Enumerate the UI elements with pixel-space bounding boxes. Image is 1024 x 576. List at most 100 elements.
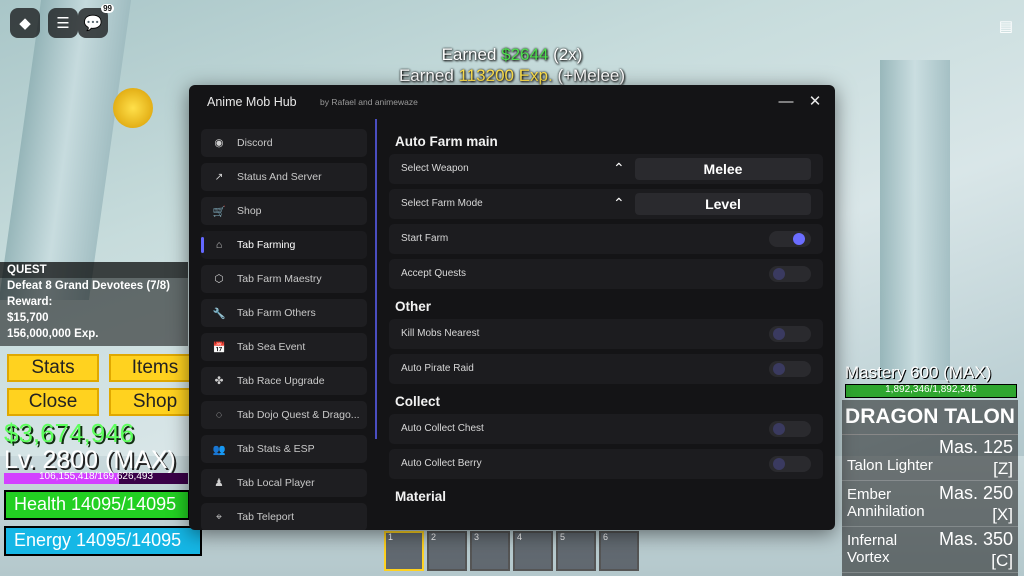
earned-money-message: Earned $2644 (2x) — [441, 45, 583, 64]
shop-button[interactable]: Shop — [109, 388, 201, 416]
accept-quests-toggle[interactable] — [769, 266, 811, 282]
chat-badge: 99 — [101, 4, 114, 13]
toggle-knob — [773, 458, 785, 470]
sidebar-item-tab-farm-others[interactable]: 🔧 Tab Farm Others — [201, 299, 367, 327]
close-window-button[interactable]: ✕ — [805, 91, 825, 111]
skills-panel: DRAGON TALON Mas. 125 Talon Lighter [Z] … — [842, 400, 1018, 576]
hotbar-slot[interactable]: 1 — [384, 531, 424, 571]
sidebar-item-tab-sea-event[interactable]: 📅 Tab Sea Event — [201, 333, 367, 361]
skill-mastery: Mas. 250 — [938, 483, 1013, 503]
start-farm-row: Start Farm — [389, 224, 823, 254]
leaderboard-icon[interactable]: ▤ — [994, 14, 1018, 38]
skill-z[interactable]: Mas. 125 Talon Lighter [Z] — [842, 435, 1018, 481]
sidebar-item-tab-teleport[interactable]: ⌖ Tab Teleport — [201, 503, 367, 530]
toggle-knob — [773, 328, 785, 340]
skill-mastery: Mas. 350 — [938, 529, 1013, 549]
hub-content: Auto Farm main Select Weapon ⌃ Melee Sel… — [389, 129, 823, 509]
auto-collect-chest-label: Auto Collect Chest — [401, 423, 484, 434]
minimize-button[interactable]: — — [776, 91, 796, 111]
sidebar-item-tab-dojo-quest[interactable]: ◌ Tab Dojo Quest & Drago... — [201, 401, 367, 429]
skill-mastery: Mas. 125 — [938, 437, 1013, 457]
chat-icon: ◌ — [215, 409, 223, 421]
xp-text: 106,155,418/169,626,493 — [39, 471, 153, 482]
mastery-bar: 1,892,346/1,892,346 — [845, 384, 1017, 398]
accept-quests-label: Accept Quests — [401, 268, 467, 279]
hub-badge-icon[interactable] — [113, 88, 153, 128]
close-button[interactable]: Close — [7, 388, 99, 416]
hotbar-slot[interactable]: 2 — [427, 531, 467, 571]
quest-reward-exp: 156,000,000 Exp. — [7, 328, 99, 340]
mastery-text: 1,892,346/1,892,346 — [885, 384, 977, 395]
start-farm-toggle[interactable] — [769, 231, 811, 247]
users-icon: 👥 — [212, 443, 226, 456]
toggle-knob — [773, 268, 785, 280]
auto-pirate-raid-toggle[interactable] — [769, 361, 811, 377]
toggle-knob — [773, 363, 785, 375]
sidebar-item-tab-farming[interactable]: ⌂ Tab Farming — [201, 231, 367, 259]
section-other: Other — [395, 299, 432, 314]
skill-c[interactable]: Mas. 350 Infernal Vortex [C] — [842, 527, 1018, 573]
select-farm-mode-dropdown[interactable]: Select Farm Mode ⌃ Level — [389, 189, 823, 219]
select-weapon-value: Melee — [635, 158, 811, 180]
earned-exp-message: Earned 113200 Exp. (+Melee) — [398, 66, 626, 85]
stats-button[interactable]: Stats — [7, 354, 99, 382]
kill-mobs-nearest-toggle[interactable] — [769, 326, 811, 342]
start-farm-label: Start Farm — [401, 233, 449, 244]
select-farm-mode-label: Select Farm Mode — [401, 198, 483, 209]
sidebar-item-status-and-server[interactable]: ↗ Status And Server — [201, 163, 367, 191]
select-weapon-dropdown[interactable]: Select Weapon ⌃ Melee — [389, 154, 823, 184]
sidebar-item-shop[interactable]: 🛒 Shop — [201, 197, 367, 225]
player-money: $3,674,946 — [4, 418, 135, 448]
sidebar-item-discord[interactable]: ◉ Discord — [201, 129, 367, 157]
weapon-name: DRAGON TALON — [842, 400, 1018, 435]
skill-name: Talon Lighter — [847, 457, 933, 474]
calendar-icon: 📅 — [212, 341, 226, 354]
active-indicator — [201, 237, 204, 253]
auto-pirate-raid-label: Auto Pirate Raid — [401, 363, 474, 374]
hub-subtitle: by Rafael and animewaze — [320, 97, 418, 107]
auto-collect-chest-toggle[interactable] — [769, 421, 811, 437]
discord-icon: ◉ — [214, 137, 224, 149]
auto-collect-berry-row: Auto Collect Berry — [389, 449, 823, 479]
auto-collect-berry-label: Auto Collect Berry — [401, 458, 482, 469]
skill-key: [Z] — [993, 459, 1013, 478]
auto-collect-berry-toggle[interactable] — [769, 456, 811, 472]
chat-button[interactable]: 💬 99 — [78, 4, 114, 38]
section-collect: Collect — [395, 394, 441, 409]
hotbar-slot[interactable]: 4 — [513, 531, 553, 571]
quest-panel: QUEST Defeat 8 Grand Devotees (7/8) Rewa… — [0, 262, 188, 346]
chevron-up-icon: ⌃ — [613, 195, 625, 211]
hotbar-slot[interactable]: 6 — [599, 531, 639, 571]
skill-key: [X] — [992, 505, 1013, 524]
hub-title: Anime Mob Hub — [207, 95, 297, 109]
roblox-menu-button[interactable]: ◆ — [10, 8, 40, 38]
hub-window: Anime Mob Hub by Rafael and animewaze — … — [189, 85, 835, 530]
hotbar-slot[interactable]: 5 — [556, 531, 596, 571]
sprout-icon: ✤ — [214, 375, 224, 387]
chevron-up-icon: ⌃ — [613, 160, 625, 176]
quest-reward-label: Reward: — [7, 296, 53, 308]
skill-name: Infernal Vortex — [847, 532, 898, 566]
sidebar-item-tab-race-upgrade[interactable]: ✤ Tab Race Upgrade — [201, 367, 367, 395]
auto-pirate-raid-row: Auto Pirate Raid — [389, 354, 823, 384]
hotbar-slot[interactable]: 3 — [470, 531, 510, 571]
select-farm-mode-value: Level — [635, 193, 811, 215]
items-button[interactable]: Items — [109, 354, 201, 382]
auto-collect-chest-row: Auto Collect Chest — [389, 414, 823, 444]
sidebar-item-tab-stats-esp[interactable]: 👥 Tab Stats & ESP — [201, 435, 367, 463]
quest-objective: Defeat 8 Grand Devotees (7/8) — [7, 280, 170, 292]
sidebar-item-tab-local-player[interactable]: ♟ Tab Local Player — [201, 469, 367, 497]
box-icon: ⬡ — [214, 273, 224, 285]
chart-icon: ↗ — [214, 171, 224, 183]
section-material: Material — [395, 489, 447, 504]
sidebar-item-tab-farm-maestry[interactable]: ⬡ Tab Farm Maestry — [201, 265, 367, 293]
skill-name: Ember Annihilation — [847, 486, 925, 520]
skill-x[interactable]: Mas. 250 Ember Annihilation [X] — [842, 481, 1018, 527]
hamburger-menu-button[interactable]: ☰ — [48, 8, 78, 38]
cart-icon: 🛒 — [212, 205, 226, 218]
mastery-label: Mastery 600 (MAX) — [845, 363, 992, 382]
person-icon: ♟ — [214, 477, 224, 489]
wrench-icon: 🔧 — [212, 307, 226, 320]
toggle-knob — [773, 423, 785, 435]
accept-quests-row: Accept Quests — [389, 259, 823, 289]
